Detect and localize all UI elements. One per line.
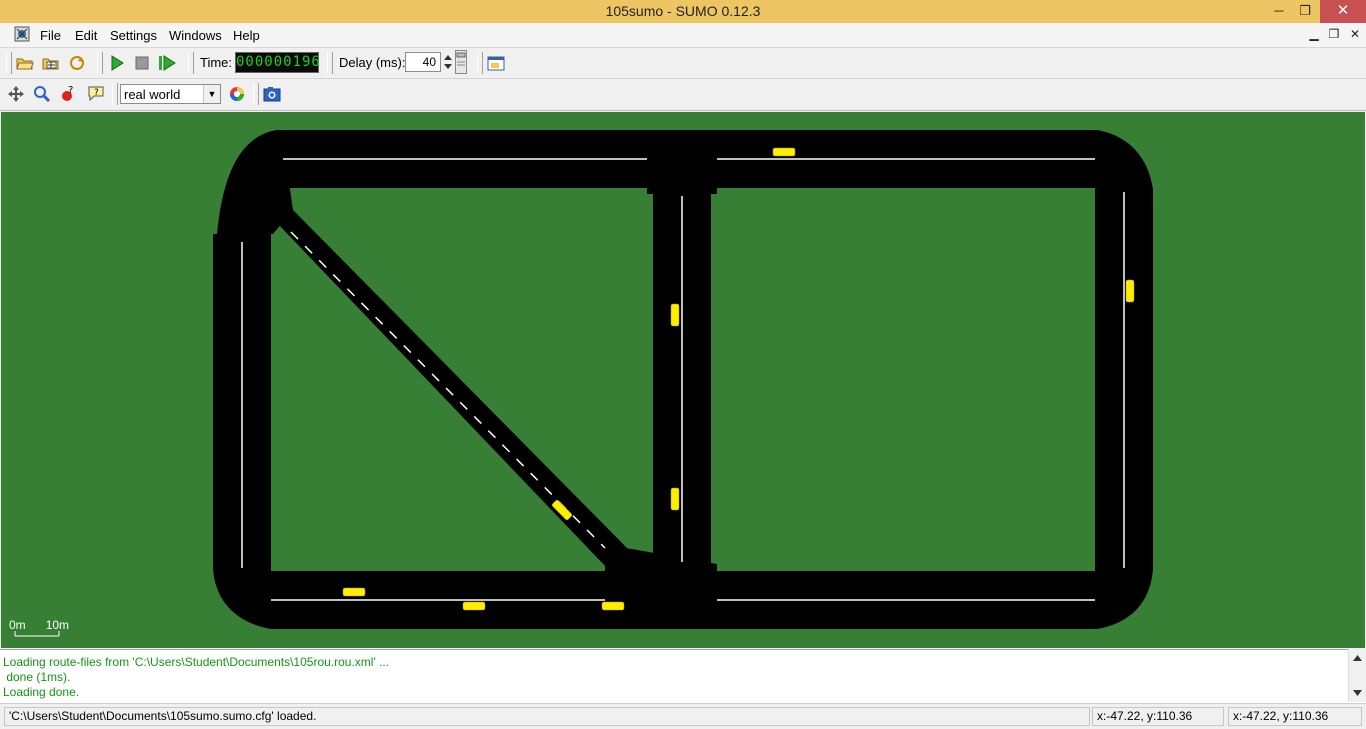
toolbar-grip[interactable] bbox=[97, 52, 103, 74]
status-geo-coordinates: x:-47.22, y:110.36 bbox=[1228, 707, 1362, 726]
svg-text:?: ? bbox=[68, 85, 73, 96]
step-icon[interactable] bbox=[155, 51, 179, 75]
reload-icon[interactable] bbox=[65, 51, 89, 75]
menu-windows[interactable]: Windows bbox=[169, 28, 222, 43]
mdi-restore-button[interactable]: ❐ bbox=[1325, 26, 1343, 42]
chevron-down-icon[interactable]: ▼ bbox=[203, 85, 220, 103]
color-scheme-select[interactable]: real world ▼ bbox=[120, 84, 221, 104]
screenshot-icon[interactable] bbox=[260, 82, 284, 106]
toolbar-grip[interactable] bbox=[327, 52, 333, 74]
status-bar: 'C:\Users\Student\Documents\105sumo.sumo… bbox=[0, 703, 1366, 729]
menu-help[interactable]: Help bbox=[233, 28, 260, 43]
menu-bar: File Edit Settings Windows Help ▁ ❐ ✕ bbox=[0, 23, 1366, 48]
message-line: done (1ms). bbox=[3, 670, 71, 684]
road-network bbox=[14, 130, 1153, 637]
toolbar-grip[interactable] bbox=[188, 52, 194, 74]
message-line: Loading done. bbox=[3, 685, 80, 699]
toolbar-grip[interactable] bbox=[6, 52, 12, 74]
message-line: Loading route-files from 'C:\Users\Stude… bbox=[3, 655, 390, 669]
simulation-time-display: 000000196 bbox=[235, 52, 320, 73]
delay-input[interactable]: 40 bbox=[405, 52, 441, 72]
toolbar-grip[interactable] bbox=[477, 52, 483, 74]
toolbar-grip[interactable] bbox=[253, 83, 259, 105]
sumo-app-icon[interactable] bbox=[14, 26, 30, 42]
tooltip-icon[interactable]: ? bbox=[84, 82, 108, 106]
menu-edit[interactable]: Edit bbox=[75, 28, 97, 43]
locate-icon[interactable] bbox=[30, 82, 54, 106]
scale-end-label: 10m bbox=[45, 618, 70, 632]
breakpoint-icon[interactable]: ? bbox=[56, 82, 80, 106]
message-window[interactable]: Loading route-files from 'C:\Users\Stude… bbox=[0, 649, 1366, 703]
mdi-minimize-button[interactable]: ▁ bbox=[1305, 26, 1323, 42]
menu-file[interactable]: File bbox=[40, 28, 61, 43]
new-view-icon[interactable] bbox=[484, 51, 508, 75]
simulation-view-canvas[interactable]: 0m 10m bbox=[1, 112, 1365, 648]
mdi-close-button[interactable]: ✕ bbox=[1346, 26, 1364, 42]
run-icon[interactable] bbox=[105, 51, 129, 75]
window-title: 105sumo - SUMO 0.12.3 bbox=[605, 3, 761, 19]
scale-start-label: 0m bbox=[9, 618, 26, 632]
toolbar-grip[interactable] bbox=[112, 83, 118, 105]
delay-spinner[interactable] bbox=[443, 52, 453, 72]
window-close-button[interactable]: ✕ bbox=[1320, 0, 1366, 23]
simulation-toolbar: Time: Delay (ms): bbox=[0, 48, 1366, 79]
open-network-icon[interactable] bbox=[39, 51, 63, 75]
stop-icon[interactable] bbox=[130, 51, 154, 75]
status-coordinates: x:-47.22, y:110.36 bbox=[1092, 707, 1224, 726]
scroll-down-icon bbox=[1353, 690, 1362, 696]
time-label: Time: bbox=[200, 55, 233, 70]
scale-bar-label: 0m 10m bbox=[9, 618, 69, 632]
message-scrollbar[interactable] bbox=[1348, 649, 1366, 702]
scroll-up-icon bbox=[1353, 655, 1362, 661]
title-bar: 105sumo - SUMO 0.12.3 ─ ❐ ✕ bbox=[0, 0, 1366, 23]
color-scheme-icon[interactable] bbox=[225, 82, 249, 106]
svg-text:?: ? bbox=[94, 88, 99, 98]
open-simulation-icon[interactable] bbox=[13, 51, 37, 75]
delay-label: Delay (ms): bbox=[339, 55, 406, 70]
color-scheme-value: real world bbox=[124, 87, 181, 102]
window-maximize-button[interactable]: ❐ bbox=[1290, 0, 1320, 23]
menu-settings[interactable]: Settings bbox=[110, 28, 157, 43]
delay-slider[interactable] bbox=[455, 50, 467, 74]
status-message: 'C:\Users\Student\Documents\105sumo.sumo… bbox=[4, 707, 1090, 726]
recenter-view-icon[interactable] bbox=[4, 82, 28, 106]
